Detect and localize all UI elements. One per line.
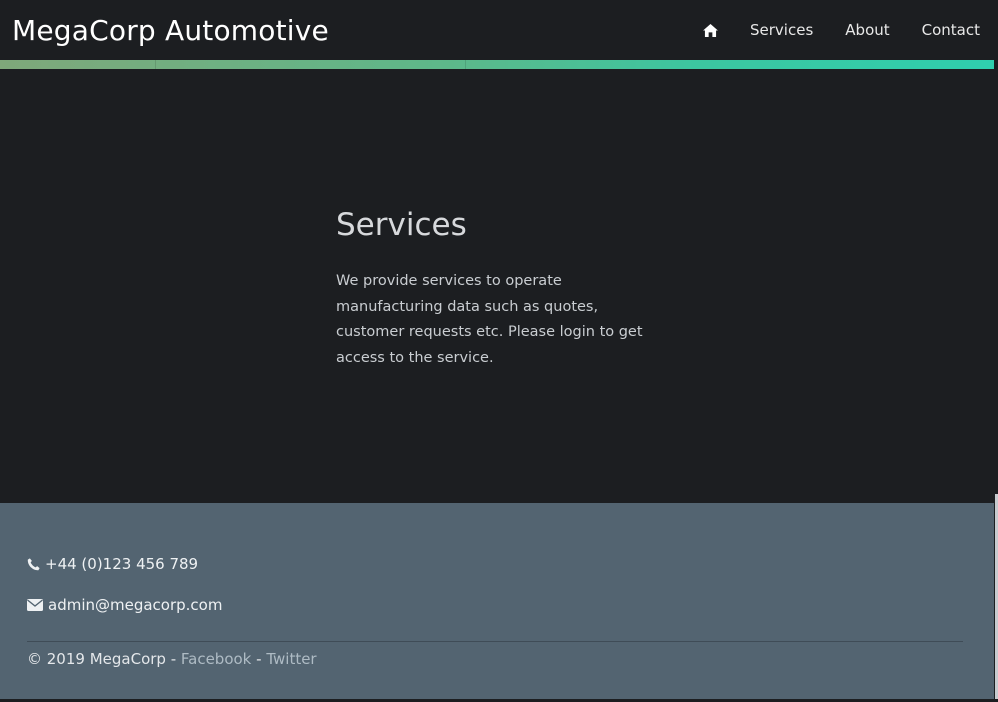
facebook-link[interactable]: Facebook [181,650,251,668]
footer-phone: +44 (0)123 456 789 [27,555,198,573]
nav-services-link[interactable]: Services [750,21,813,39]
nav-about-link[interactable]: About [845,21,889,39]
services-heading: Services [336,207,467,243]
services-description: We provide services to operate manufactu… [336,273,643,366]
copyright-text: © 2019 MegaCorp - [27,650,181,668]
phone-number: +44 (0)123 456 789 [45,555,199,573]
main-section: Services We provide services to operate … [0,69,994,503]
home-icon [703,23,718,37]
footer-email: admin@megacorp.com [27,596,222,614]
services-content: Services We provide services to operate … [336,207,646,371]
nav-menu: Services About Contact [703,21,980,39]
phone-icon [27,557,40,571]
twitter-link[interactable]: Twitter [266,650,316,668]
scrollbar[interactable] [994,0,998,702]
accent-bar [0,60,994,69]
nav-contact-link[interactable]: Contact [922,21,980,39]
nav-home-link[interactable] [703,23,718,37]
footer-copyright: © 2019 MegaCorp - Facebook - Twitter [27,650,317,668]
envelope-icon [27,599,43,611]
footer: +44 (0)123 456 789 admin@megacorp.com © … [0,503,994,699]
brand-title[interactable]: MegaCorp Automotive [12,14,329,47]
email-address[interactable]: admin@megacorp.com [48,596,222,614]
footer-divider [27,641,963,642]
link-separator: - [251,650,267,668]
navbar: MegaCorp Automotive Services About Conta… [0,0,998,60]
